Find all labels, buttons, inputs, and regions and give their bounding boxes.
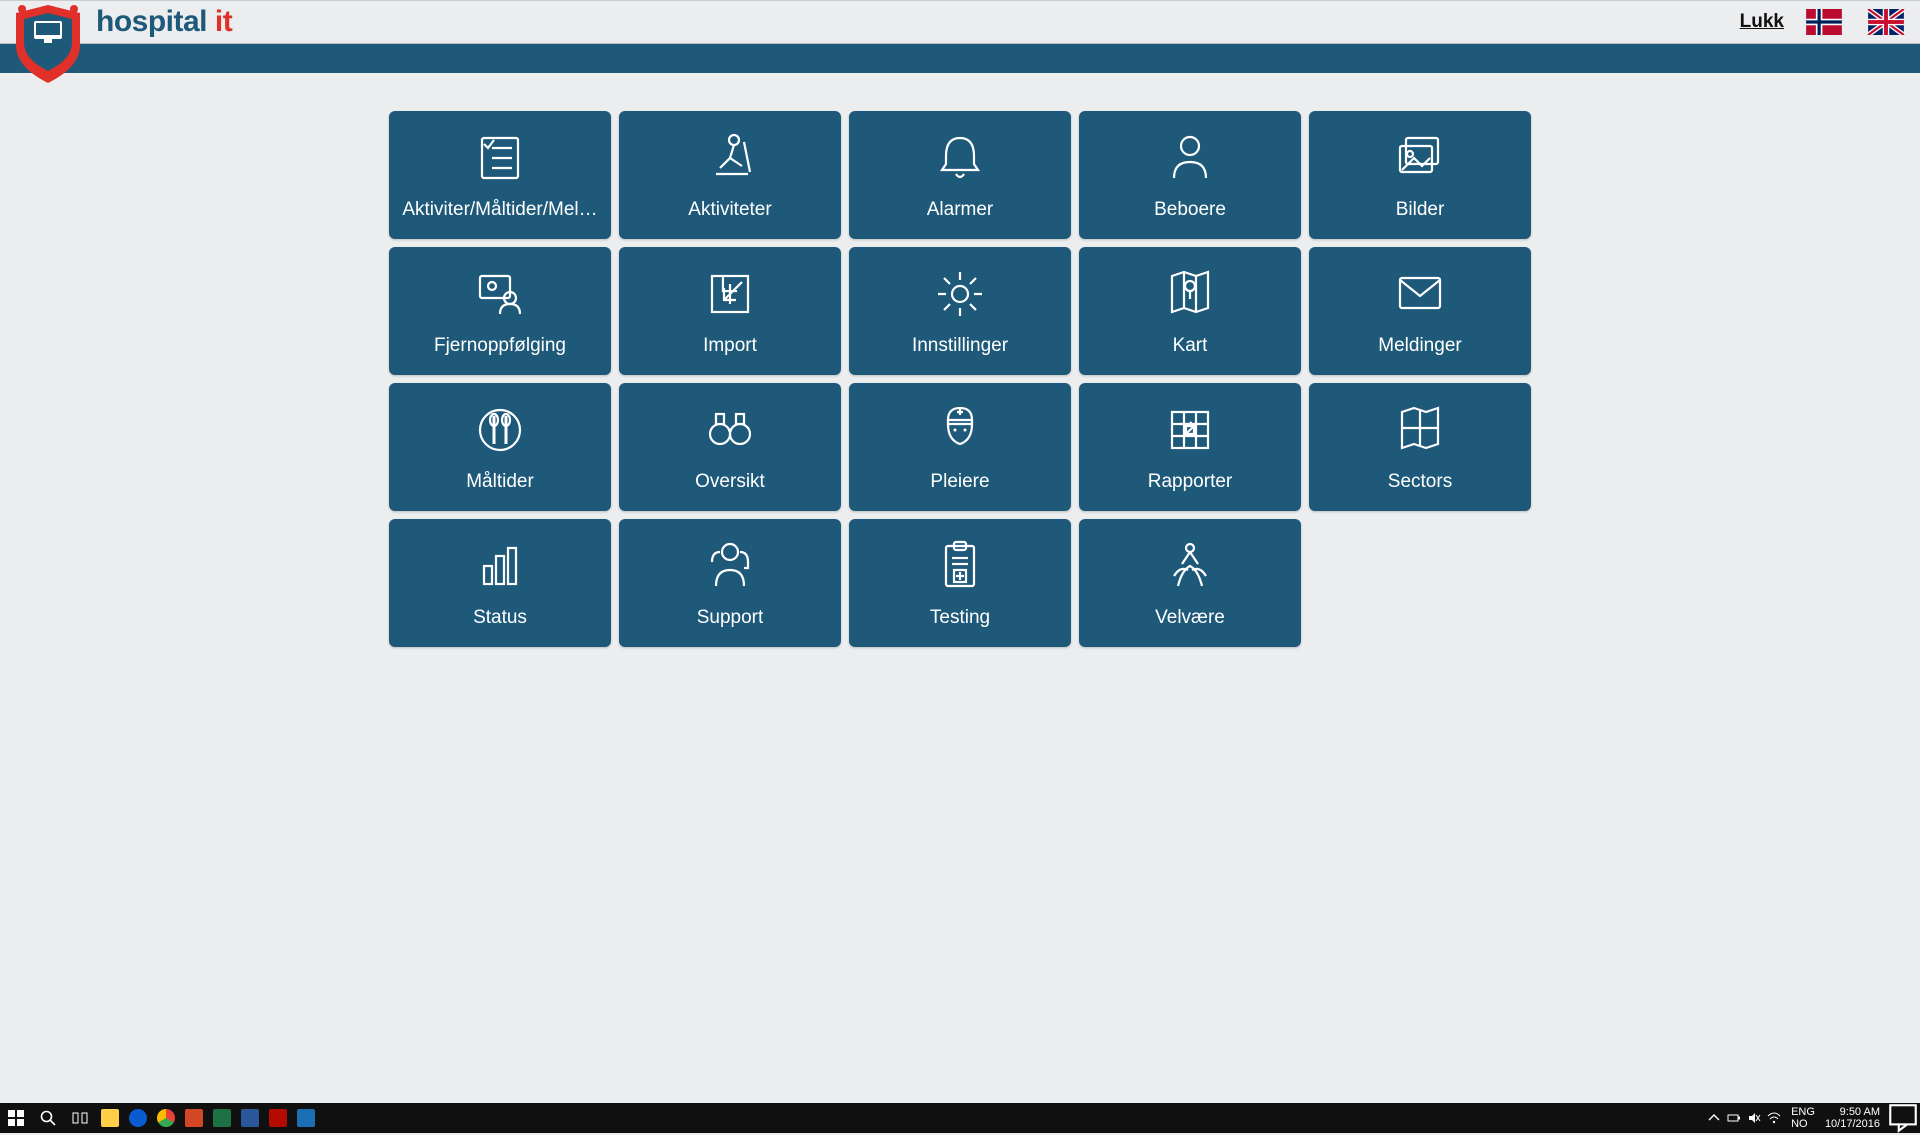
- tile-binoculars[interactable]: Oversikt: [619, 383, 841, 511]
- tile-label: Oversikt: [695, 471, 765, 493]
- tile-label: Aktiviteter: [688, 199, 771, 221]
- content-area: Aktiviter/Måltider/Mel… Aktiviteter Alarme…: [0, 73, 1920, 1103]
- tile-gear[interactable]: Innstillinger: [849, 247, 1071, 375]
- action-center-icon[interactable]: [1886, 1103, 1920, 1133]
- system-tray[interactable]: [1707, 1111, 1787, 1125]
- taskbar-app-excel[interactable]: [208, 1103, 236, 1133]
- tile-label: Status: [473, 607, 527, 629]
- binoculars-icon: [697, 397, 763, 463]
- tile-label: Alarmer: [927, 199, 994, 221]
- tile-label: Bilder: [1396, 199, 1445, 221]
- tile-wellbeing[interactable]: Velvære: [1079, 519, 1301, 647]
- tile-bell[interactable]: Alarmer: [849, 111, 1071, 239]
- clipboardplus-icon: [927, 533, 993, 599]
- taskbar-app-chrome[interactable]: [152, 1103, 180, 1133]
- tile-headset[interactable]: Support: [619, 519, 841, 647]
- tile-row: Fjernoppfølging Import Innstillinger Kart Me…: [389, 247, 1531, 375]
- taskbar-app-generic[interactable]: [292, 1103, 320, 1133]
- brand-shield-icon: [6, 1, 90, 87]
- tile-checklist[interactable]: Aktiviter/Måltider/Mel…: [389, 111, 611, 239]
- envelope-icon: [1387, 261, 1453, 327]
- bell-icon: [927, 125, 993, 191]
- tile-row: Aktiviter/Måltider/Mel… Aktiviteter Alarme…: [389, 111, 1531, 239]
- taskbar-app-explorer[interactable]: [96, 1103, 124, 1133]
- volume-mute-icon: [1747, 1111, 1761, 1125]
- brand-wordmark: hospital it: [96, 5, 232, 39]
- clock[interactable]: 9:50 AM 10/17/2016: [1819, 1106, 1886, 1130]
- tile-person[interactable]: Beboere: [1079, 111, 1301, 239]
- wellbeing-icon: [1157, 533, 1223, 599]
- taskbar-app-edge[interactable]: [124, 1103, 152, 1133]
- tile-label: Innstillinger: [912, 335, 1008, 357]
- tile-label: Velvære: [1155, 607, 1225, 629]
- tile-videoperson[interactable]: Fjernoppfølging: [389, 247, 611, 375]
- tile-label: Aktiviter/Måltider/Mel…: [402, 199, 597, 221]
- tile-row: Måltider Oversikt Pleiere Rapporter Sectors: [389, 383, 1531, 511]
- reportgrid-icon: [1157, 397, 1223, 463]
- tile-skier[interactable]: Aktiviteter: [619, 111, 841, 239]
- tile-reportgrid[interactable]: Rapporter: [1079, 383, 1301, 511]
- taskbar-app-word[interactable]: [236, 1103, 264, 1133]
- tile-nurse[interactable]: Pleiere: [849, 383, 1071, 511]
- tile-label: Beboere: [1154, 199, 1226, 221]
- person-icon: [1157, 125, 1223, 191]
- checklist-icon: [467, 125, 533, 191]
- tile-label: Pleiere: [930, 471, 989, 493]
- headset-icon: [697, 533, 763, 599]
- clock-date: 10/17/2016: [1825, 1118, 1880, 1130]
- tile-label: Fjernoppfølging: [434, 335, 566, 357]
- bars-icon: [467, 533, 533, 599]
- tile-import[interactable]: Import: [619, 247, 841, 375]
- tile-label: Testing: [930, 607, 990, 629]
- tile-label: Sectors: [1388, 471, 1452, 493]
- brand-word-2: it: [215, 5, 232, 38]
- flag-norway[interactable]: [1802, 9, 1846, 35]
- tile-label: Kart: [1173, 335, 1208, 357]
- search-icon[interactable]: [32, 1103, 64, 1133]
- tile-envelope[interactable]: Meldinger: [1309, 247, 1531, 375]
- brand-word-1: hospital: [96, 5, 207, 38]
- tile-label: Meldinger: [1378, 335, 1461, 357]
- images-icon: [1387, 125, 1453, 191]
- tile-label: Rapporter: [1148, 471, 1233, 493]
- taskbar: ENG NO 9:50 AM 10/17/2016: [0, 1103, 1920, 1133]
- skier-icon: [697, 125, 763, 191]
- flag-uk[interactable]: [1864, 9, 1908, 35]
- tile-images[interactable]: Bilder: [1309, 111, 1531, 239]
- videoperson-icon: [467, 261, 533, 327]
- mappin-icon: [1157, 261, 1223, 327]
- tile-plate[interactable]: Måltider: [389, 383, 611, 511]
- taskbar-app-pdf[interactable]: [264, 1103, 292, 1133]
- lang-bottom: NO: [1791, 1118, 1815, 1130]
- nav-bar: [0, 44, 1920, 73]
- tile-clipboardplus[interactable]: Testing: [849, 519, 1071, 647]
- close-link[interactable]: Lukk: [1740, 11, 1784, 33]
- tile-mappin[interactable]: Kart: [1079, 247, 1301, 375]
- start-button[interactable]: [0, 1103, 32, 1133]
- import-icon: [697, 261, 763, 327]
- sectors-icon: [1387, 397, 1453, 463]
- tile-label: Import: [703, 335, 757, 357]
- tile-sectors[interactable]: Sectors: [1309, 383, 1531, 511]
- plate-icon: [467, 397, 533, 463]
- tile-row: Status Support Testing Velvære: [389, 519, 1531, 647]
- language-indicator[interactable]: ENG NO: [1787, 1106, 1819, 1130]
- battery-icon: [1727, 1111, 1741, 1125]
- lang-top: ENG: [1791, 1106, 1815, 1118]
- clock-time: 9:50 AM: [1825, 1106, 1880, 1118]
- wifi-icon: [1767, 1111, 1781, 1125]
- chevron-up-icon[interactable]: [1707, 1111, 1721, 1125]
- top-bar: hospital it Lukk: [0, 0, 1920, 44]
- tile-bars[interactable]: Status: [389, 519, 611, 647]
- gear-icon: [927, 261, 993, 327]
- taskbar-app-powerpoint[interactable]: [180, 1103, 208, 1133]
- tile-label: Support: [697, 607, 764, 629]
- tile-label: Måltider: [466, 471, 534, 493]
- taskview-icon[interactable]: [64, 1103, 96, 1133]
- nurse-icon: [927, 397, 993, 463]
